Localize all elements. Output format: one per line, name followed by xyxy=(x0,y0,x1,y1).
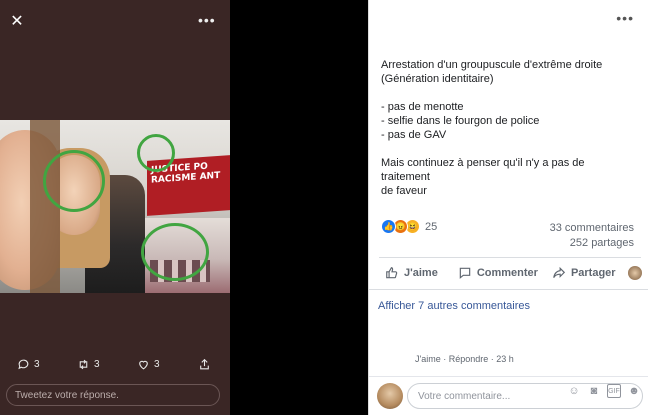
post-line: de faveur xyxy=(381,185,427,197)
comment-like-link[interactable]: J'aime xyxy=(415,354,441,364)
share-button[interactable] xyxy=(198,358,211,371)
reply-icon xyxy=(18,359,29,370)
like-post-button[interactable]: J'aime xyxy=(385,266,438,280)
retweet-button[interactable]: 3 xyxy=(77,358,100,371)
like-label: J'aime xyxy=(404,267,438,279)
comment-time: 23 h xyxy=(496,354,514,364)
post-line: - pas de menotte xyxy=(381,101,464,113)
share-arrow-icon xyxy=(553,266,566,278)
shares-count[interactable]: 252 partages xyxy=(550,236,634,251)
comment-label: Commenter xyxy=(476,267,538,279)
reaction-count: 25 xyxy=(425,220,438,233)
tweet-photo[interactable]: JUSTICE PO RACISME ANT xyxy=(0,120,230,293)
camera-icon[interactable]: ◙ xyxy=(587,384,601,398)
emoji-icon[interactable]: ☺ xyxy=(567,384,581,398)
like-button[interactable]: 3 xyxy=(137,358,160,371)
audience-selector[interactable]: ▼ xyxy=(627,266,648,280)
share-post-button[interactable]: Partager xyxy=(552,266,616,280)
close-icon[interactable]: ✕ xyxy=(8,13,26,31)
share-icon xyxy=(200,358,209,370)
facebook-post: ••• Arrestation d'un groupuscule d'extrê… xyxy=(368,0,648,415)
sticker-icon[interactable]: ☻ xyxy=(627,384,641,398)
heart-icon xyxy=(139,360,148,370)
user-avatar-small xyxy=(627,266,642,280)
post-actions: J'aime Commenter Partager ▼ xyxy=(379,264,648,282)
highlight-circle xyxy=(137,134,175,172)
gif-icon[interactable]: GIF xyxy=(607,384,621,398)
comments-count[interactable]: 33 commentaires xyxy=(550,221,634,236)
comment-icon xyxy=(459,267,471,279)
more-options-icon[interactable]: ••• xyxy=(616,10,634,26)
comment-composer: Votre commentaire... ☺ ◙ GIF ☻ xyxy=(369,376,648,415)
highlight-circle xyxy=(43,150,105,212)
comment-tools: ☺ ◙ GIF ☻ xyxy=(567,384,641,398)
thumbs-up-icon xyxy=(386,267,398,279)
tweet-media-viewer: ✕ ••• JUSTICE PO RACISME ANT 3 3 3 Tweet… xyxy=(0,0,230,415)
reply-count: 3 xyxy=(34,359,40,370)
comment-meta: J'aime · Répondre · 23 h xyxy=(415,354,514,364)
post-line: - pas de GAV xyxy=(381,129,447,141)
reactions-summary[interactable]: 👍 😠 😆 25 xyxy=(381,219,437,234)
post-line: Mais continuez à penser qu'il n'y a pas … xyxy=(381,157,585,183)
reply-input[interactable]: Tweetez votre réponse. xyxy=(6,384,220,406)
comment-post-button[interactable]: Commenter xyxy=(458,266,538,280)
avatar xyxy=(377,383,403,409)
like-reaction-icon: 👍 xyxy=(381,219,396,234)
post-stats: 33 commentaires 252 partages xyxy=(550,221,634,251)
post-line: Arrestation d'un groupuscule d'extrême d… xyxy=(381,59,603,71)
share-label: Partager xyxy=(570,267,616,279)
post-line: (Génération identitaire) xyxy=(381,73,494,85)
reply-button[interactable]: 3 xyxy=(17,358,40,371)
comment-reply-link[interactable]: Répondre xyxy=(449,354,489,364)
divider xyxy=(369,289,648,290)
divider xyxy=(379,257,641,258)
retweet-count: 3 xyxy=(94,359,100,370)
tweet-actions: 3 3 3 xyxy=(0,358,230,378)
like-count: 3 xyxy=(154,359,160,370)
post-text: Arrestation d'un groupuscule d'extrême d… xyxy=(381,58,636,198)
post-line: - selfie dans le fourgon de police xyxy=(381,115,540,127)
show-more-comments-link[interactable]: Afficher 7 autres commentaires xyxy=(378,300,530,312)
retweet-icon xyxy=(79,359,88,370)
highlight-circle xyxy=(141,223,209,281)
more-options-icon[interactable]: ••• xyxy=(198,12,216,28)
